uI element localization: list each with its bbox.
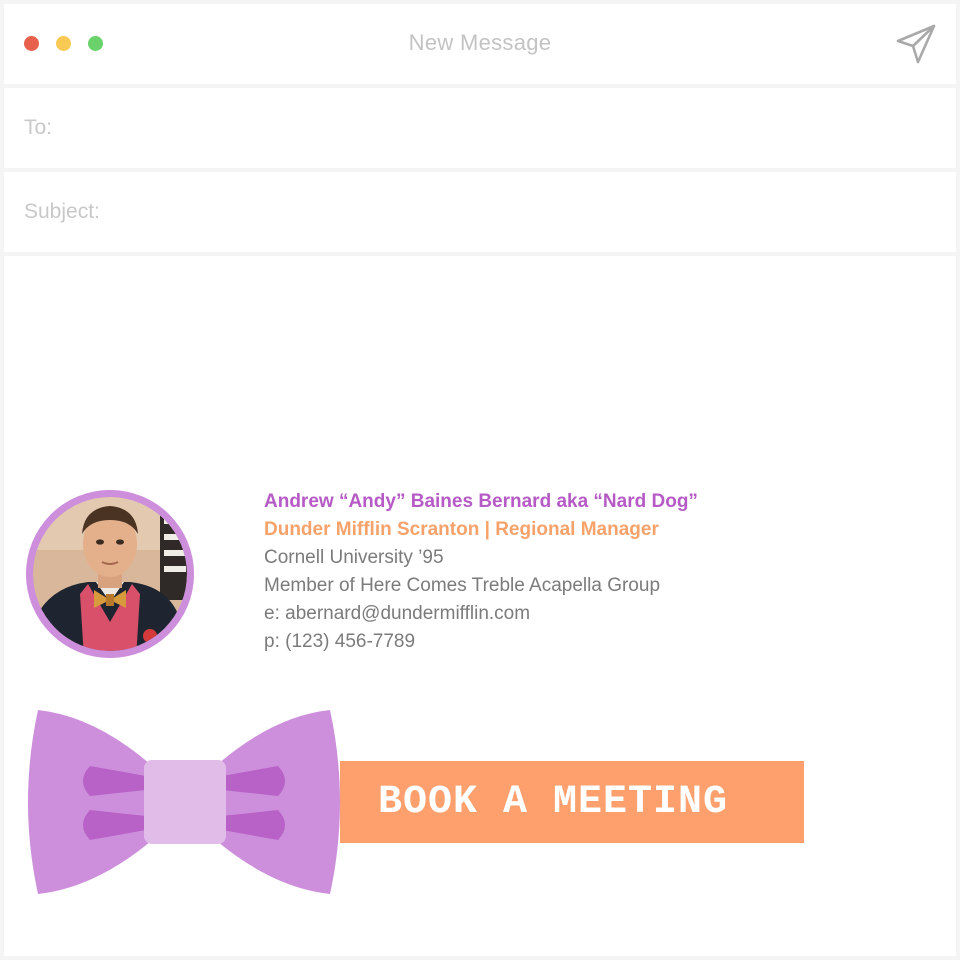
message-body[interactable]: Andrew “Andy” Baines Bernard aka “Nard D… xyxy=(4,256,956,956)
avatar[interactable] xyxy=(26,490,194,658)
subject-input[interactable] xyxy=(129,192,936,234)
subject-field-row: Subject: xyxy=(4,172,956,252)
signature-phone[interactable]: p: (123) 456-7789 xyxy=(264,628,698,656)
to-input[interactable] xyxy=(74,108,936,150)
subject-label: Subject: xyxy=(24,200,100,223)
signature-membership: Member of Here Comes Treble Acapella Gro… xyxy=(264,575,661,596)
send-button[interactable] xyxy=(894,22,938,66)
window-title: New Message xyxy=(408,30,552,55)
signature-email[interactable]: e: abernard@dundermifflin.com xyxy=(264,600,698,628)
signature-block: Andrew “Andy” Baines Bernard aka “Nard D… xyxy=(264,488,698,656)
profile-photo xyxy=(26,490,194,658)
bow-tie-icon xyxy=(24,704,344,900)
title-bar: New Message xyxy=(4,4,956,84)
book-meeting-button[interactable]: BOOK A MEETING xyxy=(340,761,804,843)
to-field-row: To: xyxy=(4,88,956,168)
signature-name: Andrew “Andy” Baines Bernard aka “Nard D… xyxy=(264,491,698,512)
paper-plane-icon xyxy=(896,24,936,64)
signature-company: Dunder Mifflin Scranton | Regional Manag… xyxy=(264,519,659,540)
signature-education: Cornell University ’95 xyxy=(264,547,444,568)
to-label: To: xyxy=(24,116,53,139)
